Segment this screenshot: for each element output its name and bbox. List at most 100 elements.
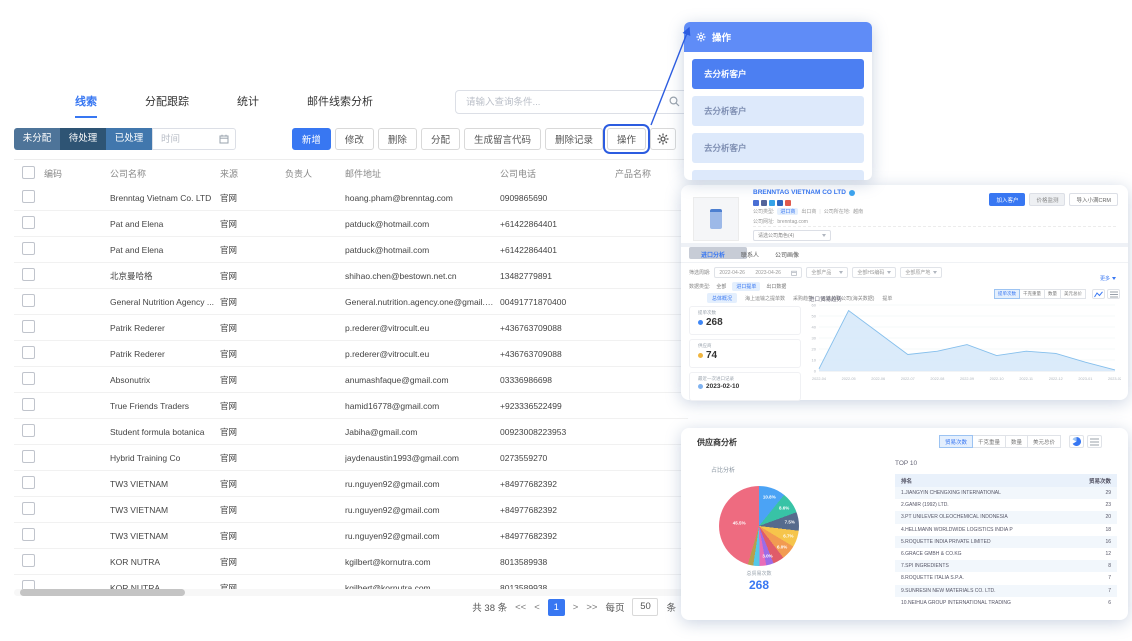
status-filter-button[interactable]: 未分配 bbox=[14, 128, 60, 150]
social-icon[interactable] bbox=[785, 200, 791, 206]
row-checkbox[interactable] bbox=[22, 398, 35, 411]
main-tab[interactable]: 线索 bbox=[75, 93, 97, 118]
select-all-checkbox[interactable] bbox=[22, 166, 35, 179]
trend-metric-toggle[interactable]: 提单次数 bbox=[994, 289, 1020, 299]
toolbar-button[interactable]: 新增 bbox=[292, 128, 331, 150]
analyze-customer-button[interactable]: 去分析客户 bbox=[692, 133, 864, 163]
first-page-button[interactable]: << bbox=[515, 602, 526, 613]
table-row[interactable]: TW3 VIETNAM官网ru.nguyen92@gmail.com+84977… bbox=[14, 523, 688, 549]
row-checkbox[interactable] bbox=[22, 216, 35, 229]
toolbar-button[interactable]: 删除 bbox=[378, 128, 417, 150]
pie-chart-icon[interactable] bbox=[1069, 435, 1084, 448]
supplier-metric-toggle[interactable]: 数量 bbox=[1005, 435, 1028, 448]
row-checkbox[interactable] bbox=[22, 554, 35, 567]
supplier-metric-toggle[interactable]: 千克重量 bbox=[972, 435, 1006, 448]
top10-row[interactable]: 1.JIANGYIN CHENGXING INTERNATIONAL29 bbox=[895, 487, 1117, 499]
row-checkbox[interactable] bbox=[22, 190, 35, 203]
trend-metric-toggle[interactable]: 美元总价 bbox=[1060, 289, 1086, 299]
top10-row[interactable]: 6.GRACE GMBH & CO.KG12 bbox=[895, 548, 1117, 560]
trend-metric-toggle[interactable]: 数量 bbox=[1044, 289, 1061, 299]
supplier-metric-toggle[interactable]: 贸易次数 bbox=[939, 435, 973, 448]
table-row[interactable]: Pat and Elena官网patduck@hotmail.com+61422… bbox=[14, 211, 688, 237]
toolbar-button[interactable]: 删除记录 bbox=[545, 128, 603, 150]
datatype-option[interactable]: 出口数据 bbox=[766, 283, 786, 290]
prev-page-button[interactable]: < bbox=[534, 602, 540, 613]
row-checkbox[interactable] bbox=[22, 450, 35, 463]
social-icon[interactable] bbox=[769, 200, 775, 206]
table-row[interactable]: General Nutrition Agency ...官网General.nu… bbox=[14, 289, 688, 315]
table-row[interactable]: TW3 VIETNAM官网ru.nguyen92@gmail.com+84977… bbox=[14, 471, 688, 497]
social-icon[interactable] bbox=[777, 200, 783, 206]
filter-select[interactable]: 全部原产地 bbox=[900, 267, 942, 278]
row-checkbox[interactable] bbox=[22, 424, 35, 437]
row-checkbox[interactable] bbox=[22, 476, 35, 489]
top10-row[interactable]: 7.SPI INGREDIENTS8 bbox=[895, 560, 1117, 572]
social-icon[interactable] bbox=[753, 200, 759, 206]
toolbar-button[interactable]: 生成留言代码 bbox=[464, 128, 541, 150]
row-checkbox[interactable] bbox=[22, 528, 35, 541]
table-row[interactable]: 北京曼哈格官网shihao.chen@bestown.net.cn1348277… bbox=[14, 263, 688, 289]
main-tab[interactable]: 统计 bbox=[237, 93, 259, 118]
line-chart-icon[interactable] bbox=[1092, 289, 1105, 299]
top10-row[interactable]: 9.SUNRESIN NEW MATERIALS CO. LTD.7 bbox=[895, 585, 1117, 597]
company-role-select[interactable]: 请选公司角色(4) bbox=[753, 230, 831, 241]
table-row[interactable]: Absonutrix官网anumashfaque@gmail.com033369… bbox=[14, 367, 688, 393]
per-page-select[interactable]: 50 bbox=[632, 598, 658, 616]
top10-row[interactable]: 8.ROQUETTE ITALIA S.P.A.7 bbox=[895, 572, 1117, 584]
last-page-button[interactable]: >> bbox=[586, 602, 597, 613]
settings-gear-button[interactable] bbox=[650, 128, 676, 150]
analysis-subtab[interactable]: 海上运输之提单数 bbox=[745, 295, 785, 302]
website-value[interactable]: brenntag.com bbox=[777, 219, 808, 225]
analysis-subtab[interactable]: 总体概况 bbox=[707, 293, 737, 303]
status-filter-button[interactable]: 已处理 bbox=[106, 128, 152, 150]
row-checkbox[interactable] bbox=[22, 294, 35, 307]
company-action-button[interactable]: 价格监测 bbox=[1029, 193, 1065, 206]
row-checkbox[interactable] bbox=[22, 346, 35, 359]
table-row[interactable]: TW3 VIETNAM官网ru.nguyen92@gmail.com+84977… bbox=[14, 497, 688, 523]
filter-select[interactable]: 全部HS编码 bbox=[852, 267, 896, 278]
main-tab[interactable]: 分配跟踪 bbox=[145, 93, 189, 118]
trend-metric-toggle[interactable]: 千克重量 bbox=[1019, 289, 1045, 299]
scrollbar-thumb[interactable] bbox=[20, 589, 185, 596]
table-row[interactable]: Patrik Rederer官网p.rederer@vitrocult.eu+4… bbox=[14, 315, 688, 341]
table-row[interactable]: True Friends Traders官网hamid16778@gmail.c… bbox=[14, 393, 688, 419]
company-action-button[interactable]: 导入小满CRM bbox=[1069, 193, 1118, 206]
supplier-metric-toggle[interactable]: 美元总价 bbox=[1027, 435, 1061, 448]
search-input[interactable] bbox=[455, 90, 688, 114]
more-link[interactable]: 更多 bbox=[1100, 275, 1116, 282]
next-page-button[interactable]: > bbox=[573, 602, 579, 613]
current-page[interactable]: 1 bbox=[548, 599, 565, 616]
table-row[interactable]: Student formula botanica官网Jabiha@gmail.c… bbox=[14, 419, 688, 445]
top10-row[interactable]: 10.NEIHUA GROUP INTERNATIONAL TRADING6 bbox=[895, 597, 1117, 609]
table-row[interactable]: Hybrid Training Co官网jaydenaustin1993@gma… bbox=[14, 445, 688, 471]
row-checkbox[interactable] bbox=[22, 242, 35, 255]
top10-row[interactable]: 2.GANIR (1992) LTD.23 bbox=[895, 499, 1117, 511]
top10-row[interactable]: 4.HELLMANN WORLDWIDE LOGISTICS INDIA P18 bbox=[895, 524, 1117, 536]
top10-row[interactable]: 3.PT UNILEVER OLEOCHEMICAL INDONESIA20 bbox=[895, 511, 1117, 523]
analyze-customer-button[interactable]: 去分析客户 bbox=[692, 170, 864, 180]
operations-button[interactable]: 操作 bbox=[607, 128, 646, 150]
company-action-button[interactable]: 加入客户 bbox=[989, 193, 1025, 206]
horizontal-scrollbar[interactable] bbox=[14, 589, 688, 596]
table-row[interactable]: Patrik Rederer官网p.rederer@vitrocult.eu+4… bbox=[14, 341, 688, 367]
toolbar-button[interactable]: 分配 bbox=[421, 128, 460, 150]
search-icon[interactable] bbox=[669, 96, 680, 107]
row-checkbox[interactable] bbox=[22, 372, 35, 385]
filter-select[interactable]: 全部产品 bbox=[806, 267, 848, 278]
analyze-customer-button[interactable]: 去分析客户 bbox=[692, 59, 864, 89]
time-input[interactable] bbox=[159, 133, 215, 146]
status-filter-button[interactable]: 待处理 bbox=[60, 128, 106, 150]
toolbar-button[interactable]: 修改 bbox=[335, 128, 374, 150]
list-view-icon[interactable] bbox=[1087, 435, 1102, 448]
datatype-option[interactable]: 进口提单 bbox=[732, 282, 760, 291]
table-row[interactable]: Brenntag Vietnam Co. LTD官网hoang.pham@bre… bbox=[14, 185, 688, 211]
datatype-option[interactable]: 全部 bbox=[716, 283, 726, 290]
analyze-customer-button[interactable]: 去分析客户 bbox=[692, 96, 864, 126]
time-filter[interactable] bbox=[152, 128, 236, 150]
social-icon[interactable] bbox=[761, 200, 767, 206]
top10-row[interactable]: 5.ROQUETTE INDIA PRIVATE LIMITED16 bbox=[895, 536, 1117, 548]
main-tab[interactable]: 邮件线索分析 bbox=[307, 93, 373, 118]
table-row[interactable]: Pat and Elena官网patduck@hotmail.com+61422… bbox=[14, 237, 688, 263]
date-range-picker[interactable]: 2022-04-26 2023-04-26 bbox=[714, 267, 802, 278]
table-row[interactable]: KOR NUTRA官网kgilbert@kornutra.com80135899… bbox=[14, 549, 688, 575]
